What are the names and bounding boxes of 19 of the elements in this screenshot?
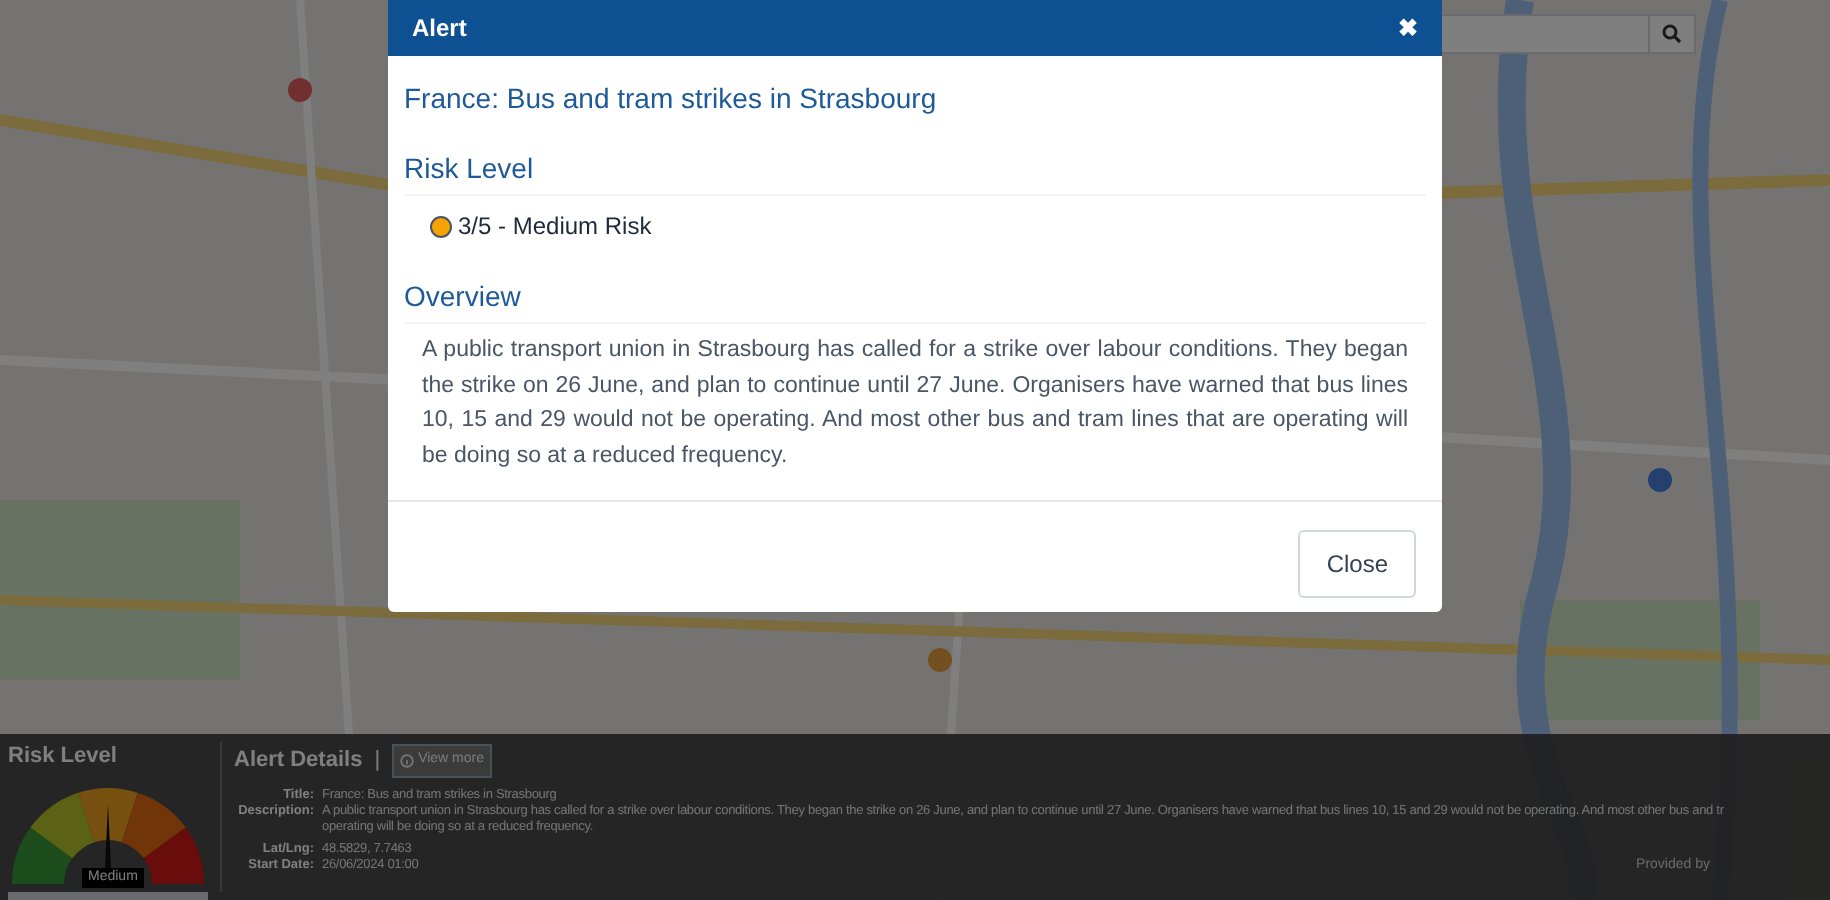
gauge-segment <box>78 787 138 842</box>
dialog-title: Alert <box>412 12 467 46</box>
panel-heading: Alert Details <box>234 746 363 776</box>
alert-headline: France: Bus and tram strikes in Strasbourg <box>404 80 939 118</box>
risk-level-text: 3/5 - Medium Risk <box>458 210 652 244</box>
panel-heading: Risk Level <box>8 742 119 772</box>
gauge-segment <box>12 826 73 883</box>
separator: | <box>374 746 381 776</box>
section-heading: Overview <box>404 276 1426 324</box>
close-button[interactable]: ✖ <box>1398 10 1418 46</box>
close-button[interactable]: Close <box>1298 530 1416 598</box>
gauge-segment <box>143 826 204 883</box>
overview-text: A public transport union in Strasbourg has called for a strike over labour conditions. They began the strike on 26 June, and plan to continue until 27 June. Organisers have warned that bus lines 10, 15 and 29 would not be operating. And most other bus and tram lines that are operating will be doing so at a reduced frequency. <box>420 336 1410 471</box>
gauge-segment <box>30 791 95 858</box>
section-heading: Risk Level <box>404 148 1426 196</box>
gauge-segment <box>121 791 186 858</box>
search-icon[interactable] <box>1662 24 1682 44</box>
info-icon <box>400 753 415 768</box>
search-field[interactable] <box>1440 14 1696 54</box>
